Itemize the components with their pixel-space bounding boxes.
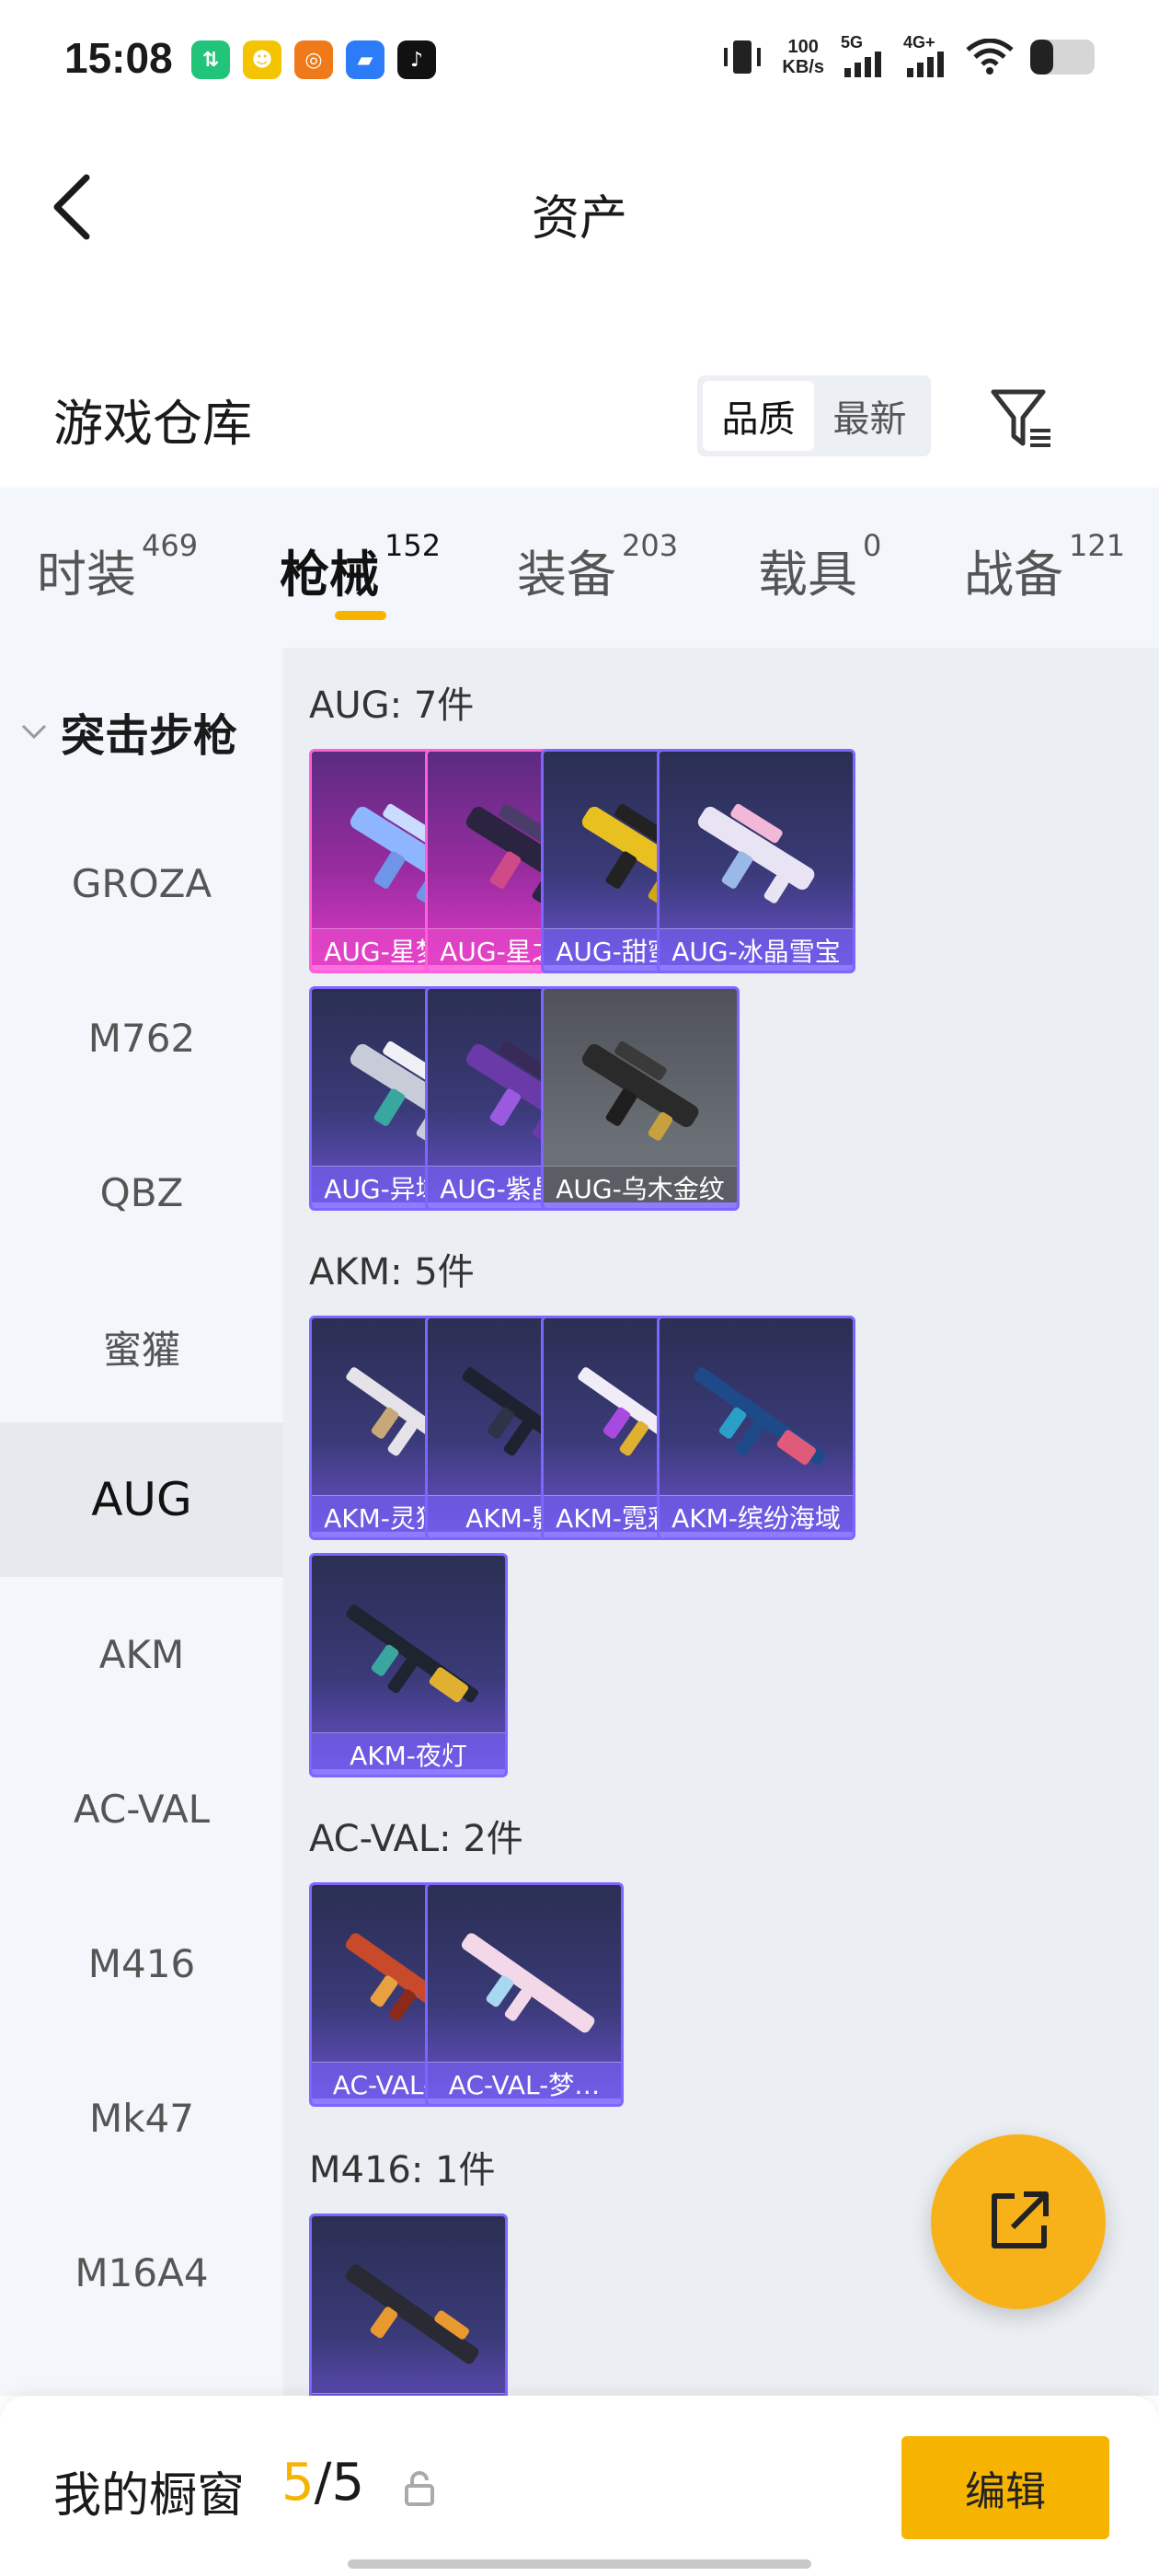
network-speed-unit: KB/s xyxy=(782,57,824,77)
showcase-label: 我的橱窗 xyxy=(53,2468,246,2524)
app-icon-green: ⇅ xyxy=(191,40,230,79)
rifle-icon xyxy=(345,2264,479,2364)
sim1-label: 5G xyxy=(841,33,864,52)
sort-toggle: 品质 最新 xyxy=(697,375,931,456)
signal-sim2-icon: 4G+ xyxy=(903,33,949,77)
showcase-total: 5 xyxy=(331,2453,365,2513)
edit-button[interactable]: 编辑 xyxy=(901,2436,1109,2539)
tab-fashion[interactable]: 时装 469 xyxy=(37,528,198,606)
network-speed: 100 KB/s xyxy=(782,37,824,77)
status-time: 15:08 xyxy=(64,34,173,82)
sidebar-group-label: 突击步枪 xyxy=(61,710,238,762)
sidebar-item-m16a4[interactable]: M16A4 xyxy=(0,2195,283,2350)
tab-vehicles-label: 载具 xyxy=(758,546,857,604)
tab-firearms-label: 枪械 xyxy=(280,546,379,604)
warehouse-header: 游戏仓库 品质 最新 xyxy=(0,350,1159,488)
tab-vehicles[interactable]: 载具 0 xyxy=(758,528,881,606)
home-indicator[interactable] xyxy=(348,2559,811,2569)
sidebar-item-m762[interactable]: M762 xyxy=(0,960,283,1115)
sort-quality-option[interactable]: 品质 xyxy=(703,381,814,451)
tab-vehicles-count: 0 xyxy=(863,528,882,563)
tab-equipment[interactable]: 装备 203 xyxy=(517,528,678,606)
sidebar-item-ac-val[interactable]: AC-VAL xyxy=(0,1731,283,1886)
sidebar-item-groza[interactable]: GROZA xyxy=(0,806,283,960)
share-button[interactable] xyxy=(931,2134,1106,2309)
vibrate-icon xyxy=(724,40,762,74)
skin-name: AUG-乌木金纹 xyxy=(544,1166,737,1208)
warehouse-title: 游戏仓库 xyxy=(53,395,252,453)
rifle-icon xyxy=(581,1041,699,1141)
tab-battle-prep-label: 战备 xyxy=(964,546,1063,604)
skin-card[interactable] xyxy=(309,2214,508,2396)
sidebar-group-assault-rifles[interactable]: 突击步枪 xyxy=(20,699,237,764)
sort-latest-option[interactable]: 最新 xyxy=(814,381,925,451)
rifle-icon xyxy=(694,1367,826,1466)
share-icon xyxy=(992,2191,1049,2248)
weapon-list[interactable]: AUG: 7件 3级 AUG-星梦奇缘 3级 AUG-星之彼岸 AUG-甜蜜菠萝… xyxy=(283,648,1159,2396)
rifle-icon xyxy=(697,803,815,903)
rifle-icon xyxy=(346,1604,478,1703)
battery-level xyxy=(1030,40,1053,75)
sidebar-item-qbz[interactable]: QBZ xyxy=(0,1115,283,1270)
skin-name: AUG-冰晶雪宝 xyxy=(660,928,853,971)
showcase-count: 5/5 xyxy=(281,2453,364,2513)
skin-name: AC-VAL-梦… xyxy=(428,2062,621,2104)
group-title-aug: AUG: 7件 xyxy=(309,684,475,727)
tab-equipment-count: 203 xyxy=(622,528,679,563)
app-icon-orange: ◎ xyxy=(294,40,333,79)
skin-card[interactable]: AC-VAL-梦… xyxy=(425,1882,624,2107)
skin-card[interactable]: AUG-冰晶雪宝 xyxy=(657,749,855,973)
tab-fashion-label: 时装 xyxy=(37,546,136,604)
tab-fashion-count: 469 xyxy=(142,528,199,563)
system-icons: 100 KB/s 5G 4G+ xyxy=(719,33,1095,77)
tab-firearms-count: 152 xyxy=(384,528,442,563)
rifle-icon xyxy=(461,1933,595,2033)
skin-card[interactable]: AUG-乌木金纹 xyxy=(541,986,740,1211)
tab-firearms[interactable]: 枪械 152 xyxy=(280,528,441,606)
sidebar-item-akm[interactable]: AKM xyxy=(0,1577,283,1731)
filter-icon xyxy=(991,389,1050,447)
skin-card[interactable]: AKM-缤纷海域 xyxy=(657,1316,855,1540)
app-icon-yellow: ☻ xyxy=(243,40,281,79)
category-tabs: 时装 469 枪械 152 装备 203 载具 0 战备 121 xyxy=(0,488,1159,648)
page-title: 资产 xyxy=(531,191,627,247)
app-icon-blue: ▰ xyxy=(346,40,384,79)
showcase-current: 5 xyxy=(281,2453,315,2513)
notification-icons: ⇅ ☻ ◎ ▰ ♪ xyxy=(191,40,436,79)
weapon-sidebar: 突击步枪 GROZA M762 QBZ 蜜獾 AUG AKM AC-VAL M4… xyxy=(0,648,283,2396)
battery-icon xyxy=(1030,40,1095,75)
showcase-bar: 我的橱窗 5/5 编辑 xyxy=(0,2396,1159,2576)
lock-icon xyxy=(405,2471,434,2506)
filter-button[interactable] xyxy=(986,383,1060,456)
sidebar-item-honey-badger[interactable]: 蜜獾 xyxy=(0,1270,283,1424)
group-title-ac-val: AC-VAL: 2件 xyxy=(309,1818,523,1860)
skin-name: AKM-缤纷海域 xyxy=(660,1495,853,1537)
group-title-m416: M416: 1件 xyxy=(309,2149,496,2191)
tiktok-icon: ♪ xyxy=(397,40,436,79)
tab-battle-prep[interactable]: 战备 121 xyxy=(964,528,1125,606)
skin-name: AKM-夜灯 xyxy=(312,1732,505,1775)
tab-equipment-label: 装备 xyxy=(517,546,616,604)
sidebar-item-mk47[interactable]: Mk47 xyxy=(0,2041,283,2195)
app-header: 资产 xyxy=(0,124,1159,308)
signal-sim1-icon: 5G xyxy=(841,33,887,77)
wifi-icon xyxy=(966,39,1014,75)
network-speed-value: 100 xyxy=(787,37,819,57)
sidebar-item-aug[interactable]: AUG xyxy=(0,1422,283,1577)
group-title-akm: AKM: 5件 xyxy=(309,1251,475,1294)
skin-card[interactable]: AKM-夜灯 xyxy=(309,1553,508,1777)
sim2-label: 4G+ xyxy=(903,33,935,52)
status-bar: 15:08 ⇅ ☻ ◎ ▰ ♪ 100 KB/s 5G 4G+ xyxy=(0,0,1159,124)
active-tab-indicator xyxy=(335,611,386,620)
sidebar-item-m416[interactable]: M416 xyxy=(0,1886,283,2041)
showcase-separator: / xyxy=(314,2453,332,2513)
tab-battle-prep-count: 121 xyxy=(1069,528,1126,563)
chevron-down-icon xyxy=(21,724,47,740)
